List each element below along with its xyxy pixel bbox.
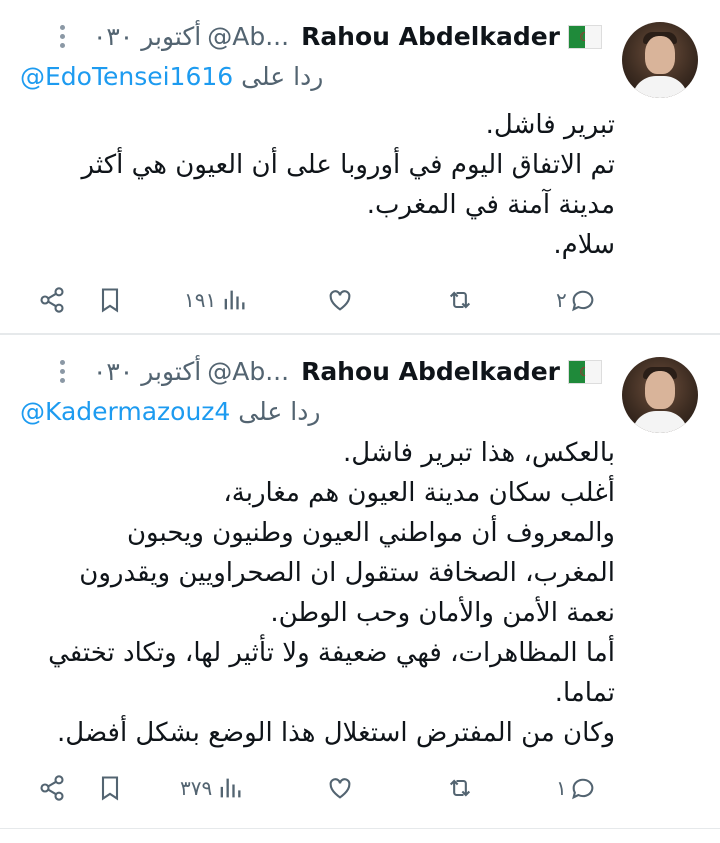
retweet-button[interactable] xyxy=(446,284,474,316)
avatar[interactable] xyxy=(622,357,698,433)
tweet-line: وكان من المفترض استغلال هذا الوضع بشكل أ… xyxy=(57,718,615,748)
views-button[interactable]: ۳۷۹ xyxy=(180,772,244,804)
reply-icon xyxy=(571,290,594,312)
tweet-actions: ۳۷۹ ۱ xyxy=(0,772,720,804)
tweet-line: سلام. xyxy=(553,230,615,260)
algeria-flag-icon: ☾ xyxy=(568,359,602,384)
views-icon xyxy=(224,290,245,310)
views-count: ۳۷۹ xyxy=(180,776,213,800)
share-icon xyxy=(40,287,64,313)
bookmark-button[interactable] xyxy=(96,284,124,316)
tweet-text: تبرير فاشل. تم الاتفاق اليوم في أوروبا ع… xyxy=(15,105,615,265)
author-name[interactable]: Rahou Abdelkader xyxy=(301,357,560,386)
tweet-actions: ۱۹۱ ۲ xyxy=(0,284,720,316)
views-count: ۱۹۱ xyxy=(184,288,217,312)
more-icon[interactable] xyxy=(51,25,75,48)
tweet-line: نعمة الأمن والأمان وحب الوطن. xyxy=(270,598,615,628)
tweet-2[interactable]: ۰۳۰ أكتوبر @Ab... Rahou Abdelkader ☾ @Ka… xyxy=(0,334,720,829)
like-button[interactable] xyxy=(326,284,354,316)
tweet-1[interactable]: ۰۳۰ أكتوبر @Ab... Rahou Abdelkader ☾ @Ed… xyxy=(0,0,720,334)
tweet-header: ۰۳۰ أكتوبر @Ab... Rahou Abdelkader ☾ xyxy=(51,357,602,386)
views-icon xyxy=(220,778,241,798)
like-button[interactable] xyxy=(326,772,354,804)
tweet-line: بالعكس، هذا تبرير فاشل. xyxy=(343,438,615,468)
views-button[interactable]: ۱۹۱ xyxy=(184,284,248,316)
reply-count: ۱ xyxy=(556,776,567,800)
tweet-line: تم الاتفاق اليوم في أوروبا على أن العيون… xyxy=(81,150,615,180)
author-handle[interactable]: @Ab... xyxy=(207,22,289,51)
share-icon xyxy=(40,775,64,801)
reply-prefix: ردا على xyxy=(238,397,321,426)
tweet-date[interactable]: ۰۳۰ أكتوبر xyxy=(93,357,201,386)
avatar[interactable] xyxy=(622,22,698,98)
reply-context: @EdoTensei1616 ردا على xyxy=(20,62,323,91)
tweet-date[interactable]: ۰۳۰ أكتوبر xyxy=(93,22,201,51)
author-handle[interactable]: @Ab... xyxy=(207,357,289,386)
tweet-line: مدينة آمنة في المغرب. xyxy=(366,190,615,220)
like-icon xyxy=(329,290,351,311)
tweet-line: والمعروف أن مواطني العيون وطنيون ويحبون xyxy=(126,518,615,548)
reply-context: @Kadermazouz4 ردا على xyxy=(20,397,320,426)
share-button[interactable] xyxy=(38,284,66,316)
tweet-header: ۰۳۰ أكتوبر @Ab... Rahou Abdelkader ☾ xyxy=(51,22,602,51)
reply-count: ۲ xyxy=(556,288,567,312)
retweet-icon xyxy=(449,779,471,797)
more-icon[interactable] xyxy=(51,360,75,383)
tweet-line: تبرير فاشل. xyxy=(485,110,615,140)
reply-button[interactable]: ۱ xyxy=(556,772,597,804)
reply-mention-link[interactable]: @Kadermazouz4 xyxy=(20,397,230,426)
reply-icon xyxy=(571,778,594,800)
bookmark-icon xyxy=(101,776,119,801)
tweet-line: أما المظاهرات، فهي ضعيفة ولا تأثير لها، … xyxy=(48,638,615,668)
bookmark-button[interactable] xyxy=(96,772,124,804)
tweet-line: تماما. xyxy=(554,678,615,708)
tweet-text: بالعكس، هذا تبرير فاشل. أغلب سكان مدينة … xyxy=(15,433,615,753)
reply-button[interactable]: ۲ xyxy=(556,284,597,316)
tweet-line: المغرب، الصخافة ستقول ان الصحراويين ويقد… xyxy=(79,558,615,588)
author-name[interactable]: Rahou Abdelkader xyxy=(301,22,560,51)
reply-prefix: ردا على xyxy=(241,62,324,91)
bookmark-icon xyxy=(101,288,119,313)
retweet-icon xyxy=(449,291,471,309)
share-button[interactable] xyxy=(38,772,66,804)
retweet-button[interactable] xyxy=(446,772,474,804)
reply-mention-link[interactable]: @EdoTensei1616 xyxy=(20,62,233,91)
like-icon xyxy=(329,778,351,799)
algeria-flag-icon: ☾ xyxy=(568,24,602,49)
tweet-line: أغلب سكان مدينة العيون هم مغاربة، xyxy=(223,478,615,508)
